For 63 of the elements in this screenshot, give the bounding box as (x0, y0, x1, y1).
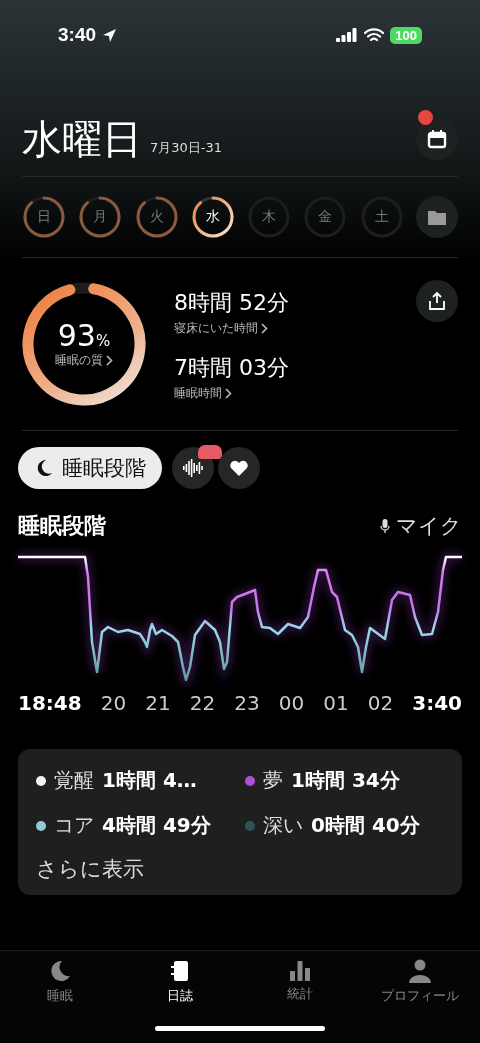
axis-label: 02 (367, 691, 394, 715)
day-button[interactable]: 水 (190, 195, 235, 239)
axis-label: 21 (145, 691, 171, 715)
chevron-icon (106, 355, 113, 366)
axis-label: 3:40 (412, 691, 462, 715)
quality-score: 93% (57, 319, 111, 352)
share-icon (428, 292, 446, 310)
axis-label: 22 (189, 691, 216, 715)
tab-item[interactable]: 統計 (245, 959, 355, 1005)
legend-name: 夢 (263, 767, 283, 794)
bar-chart-icon (289, 959, 311, 981)
chart-title: 睡眠段階 (18, 512, 106, 540)
stat-link[interactable]: 睡眠時間 (174, 385, 232, 402)
day-button[interactable]: 火 (134, 195, 179, 239)
quality-link[interactable]: 睡眠の質 (55, 352, 113, 369)
day-button[interactable]: 金 (303, 195, 348, 239)
chevron-icon (225, 388, 232, 399)
moon-icon (48, 959, 72, 983)
legend-name: 深い (263, 812, 303, 839)
stat-link[interactable]: 寝床にいた時間 (174, 320, 268, 337)
axis-label: 18:48 (18, 691, 82, 715)
legend-value: 0時間 40分 (311, 812, 420, 839)
tab-item[interactable]: プロフィール (365, 959, 475, 1005)
legend-value: 4時間 49分 (102, 812, 211, 839)
legend-value: 1時間 4… (102, 767, 197, 794)
sound-tab[interactable] (172, 447, 214, 489)
date-range: 7月30日-31 (150, 139, 223, 157)
legend-name: コア (54, 812, 94, 839)
sound-wave-icon (182, 458, 204, 478)
axis-label: 01 (323, 691, 349, 715)
axis-label: 00 (278, 691, 305, 715)
source-label: マイク (396, 513, 462, 540)
calendar-icon (427, 129, 447, 149)
status-time: 3:40 (58, 24, 97, 46)
chevron-icon (261, 323, 268, 334)
tab-item[interactable]: 日誌 (125, 959, 235, 1005)
day-button[interactable]: 日 (22, 195, 66, 239)
heart-tab[interactable] (218, 447, 260, 489)
day-button[interactable]: 木 (247, 195, 292, 239)
wifi-icon (364, 27, 385, 43)
show-more-link[interactable]: さらに表示 (36, 855, 144, 883)
axis-label: 23 (234, 691, 260, 715)
tab-item[interactable]: 睡眠 (5, 959, 115, 1005)
day-title: 水曜日 (22, 119, 142, 159)
microphone-icon (380, 518, 390, 534)
notebook-icon (170, 959, 190, 983)
signal-icon (336, 28, 359, 42)
heart-icon (229, 459, 249, 477)
legend-value: 1時間 34分 (291, 767, 400, 794)
folder-button[interactable] (415, 196, 458, 238)
battery-level: 100 (390, 26, 422, 44)
person-icon (409, 959, 431, 983)
axis-label: 20 (100, 691, 127, 715)
day-button[interactable]: 土 (359, 195, 404, 239)
calendar-button[interactable] (416, 118, 458, 160)
stages-tab[interactable]: 睡眠段階 (18, 447, 162, 489)
folder-icon (426, 208, 447, 226)
stat-value: 7時間 03分 (174, 354, 290, 382)
day-button[interactable]: 月 (78, 195, 123, 239)
share-button[interactable] (416, 280, 458, 322)
location-arrow-icon (102, 27, 118, 43)
stat-value: 8時間 52分 (174, 289, 290, 317)
legend-name: 覚醒 (54, 767, 94, 794)
